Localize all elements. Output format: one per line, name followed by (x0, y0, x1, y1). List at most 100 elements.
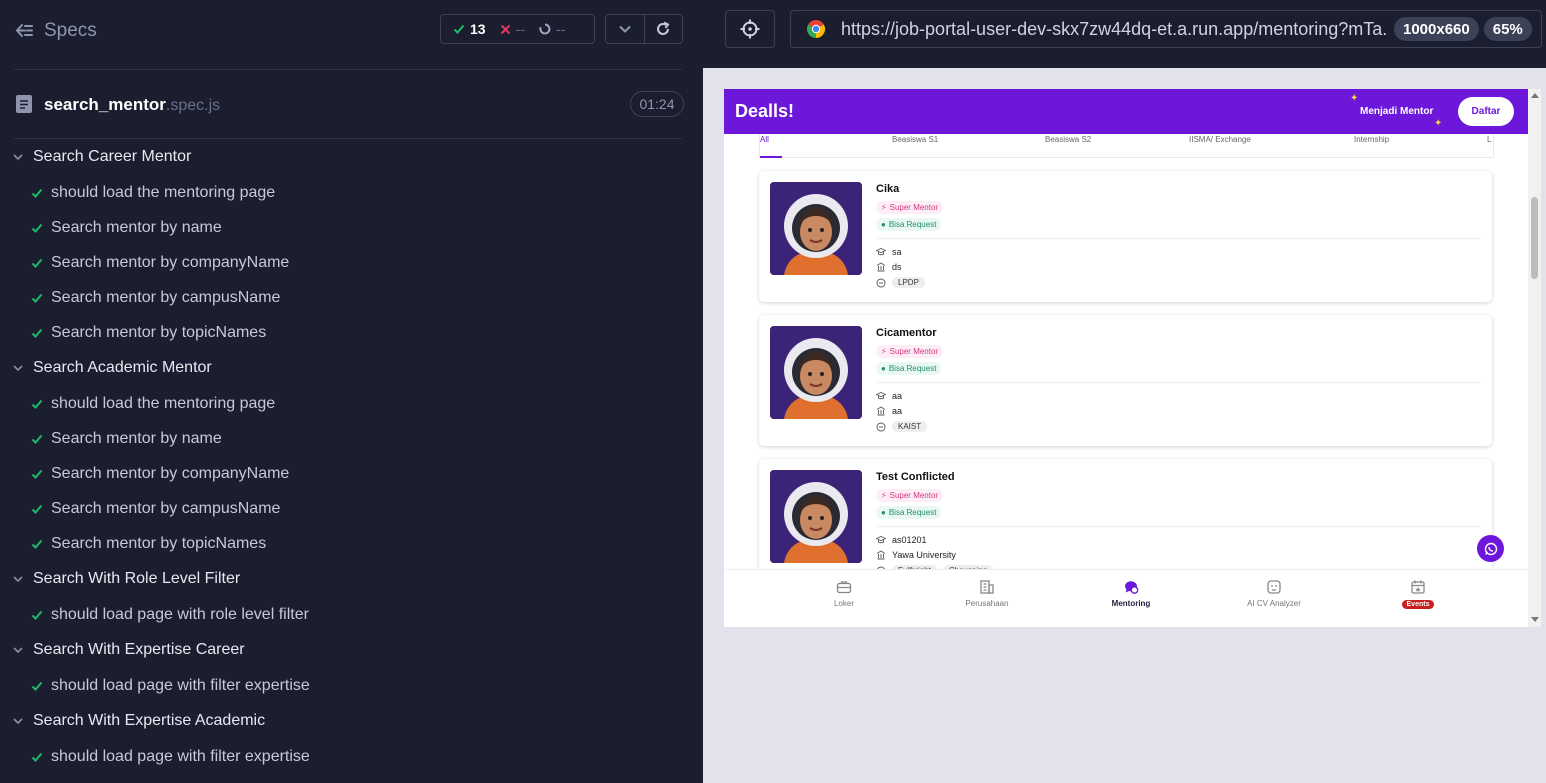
page-scrollbar[interactable] (1528, 89, 1541, 627)
become-mentor-link[interactable]: Menjadi Mentor (1360, 106, 1433, 117)
reporter-header: Specs 13 -- -- (0, 0, 703, 62)
tab-iisma-exchange[interactable]: IISMA/ Exchange (1189, 135, 1251, 144)
institution-icon (876, 262, 886, 272)
super-mentor-badge: ⚡ Super Mentor (876, 489, 944, 502)
brand-logo[interactable]: Dealls! (735, 101, 794, 122)
scroll-thumb[interactable] (1531, 197, 1538, 279)
test-title: should load the mentoring page (51, 394, 276, 412)
briefcase-icon (836, 581, 852, 594)
pass-check-icon (31, 434, 43, 444)
suite-row[interactable]: Search With Expertise Career (0, 632, 703, 668)
suite-row[interactable]: Search With Expertise Academic (0, 703, 703, 739)
specs-back-button[interactable]: Specs (14, 20, 97, 42)
spec-file-row[interactable]: search_mentor.spec.js 01:24 (14, 88, 684, 120)
nav-events-label: Events (1401, 600, 1435, 609)
spec-name: search_mentor (44, 95, 166, 114)
test-row[interactable]: Search mentor by topicNames (0, 526, 703, 561)
nav-ai-cv-analyzer-label: AI CV Analyzer (1247, 599, 1301, 608)
test-row[interactable]: Search mentor by name (0, 210, 703, 245)
pass-check-icon (31, 610, 43, 620)
app-viewport: Dealls! ✦ ✦ Menjadi Mentor Daftar All Be… (724, 89, 1541, 627)
person-icon: ● (881, 508, 886, 517)
pass-check-icon (31, 469, 43, 479)
failed-stat: -- (500, 21, 525, 37)
suite-row[interactable]: Search Career Mentor (0, 139, 703, 175)
super-mentor-badge: ⚡ Super Mentor (876, 201, 944, 214)
card-divider (876, 526, 1481, 527)
test-row[interactable]: should load the mentoring page (0, 175, 703, 210)
pass-check-icon (31, 328, 43, 338)
nav-loker-label: Loker (833, 599, 854, 608)
tab-beasiswa-s1[interactable]: Beasiswa S1 (892, 135, 938, 144)
chevron-down-icon (619, 25, 631, 33)
topic-tag: LPDP (892, 277, 925, 288)
test-title: Search mentor by name (51, 218, 222, 236)
ai-face-icon (1267, 580, 1281, 594)
chevron-down-icon (13, 647, 23, 654)
test-row[interactable]: Search mentor by companyName (0, 245, 703, 280)
mentor-name: Test Conflicted (876, 471, 955, 483)
scroll-up-arrow-icon[interactable] (1531, 93, 1539, 98)
bottom-navigation: Loker Perusahaan Mentoring AI CV Analyze… (724, 569, 1528, 627)
building-icon (980, 580, 994, 594)
document-icon (16, 95, 32, 113)
person-icon: ● (881, 364, 886, 373)
suite-title: Search With Role Level Filter (33, 570, 241, 587)
expand-button[interactable] (606, 15, 644, 43)
astronaut-avatar-icon (770, 182, 862, 275)
card-divider (876, 238, 1481, 239)
tab-all[interactable]: All (760, 135, 769, 144)
test-list: Search Career Mentor should load the ment… (0, 139, 703, 774)
mentor-avatar (770, 470, 862, 563)
pending-stat: -- (539, 21, 565, 37)
suite-row[interactable]: Search Academic Mentor (0, 350, 703, 386)
calendar-star-icon (1411, 580, 1425, 594)
test-row[interactable]: Search mentor by companyName (0, 456, 703, 491)
test-row[interactable]: Search mentor by topicNames (0, 315, 703, 350)
test-title: Search mentor by name (51, 429, 222, 447)
nav-events[interactable]: Events (1368, 579, 1468, 609)
suite-row[interactable]: Search With Role Level Filter (0, 561, 703, 597)
tab-beasiswa-s2[interactable]: Beasiswa S2 (1045, 135, 1091, 144)
lightning-icon: ⚡ (881, 491, 887, 500)
sparkle-icon: ✦ (1350, 93, 1359, 104)
url-bar[interactable]: https://job-portal-user-dev-skx7zw44dq-e… (790, 10, 1542, 48)
test-row[interactable]: Search mentor by campusName (0, 491, 703, 526)
rerun-button[interactable] (643, 15, 683, 43)
active-tab-indicator (760, 156, 782, 158)
whatsapp-icon (1484, 542, 1497, 555)
nav-ai-cv-analyzer[interactable]: AI CV Analyzer (1224, 579, 1324, 608)
refresh-icon (657, 21, 670, 35)
test-row[interactable]: Search mentor by campusName (0, 280, 703, 315)
tab-internship[interactable]: Internship (1354, 135, 1389, 144)
whatsapp-button[interactable] (1477, 535, 1504, 562)
test-row[interactable]: should load page with filter expertise (0, 739, 703, 774)
mentor-card[interactable]: Cicamentor ⚡ Super Mentor ● Bisa Request aa aa… (759, 315, 1492, 446)
test-row[interactable]: should load the mentoring page (0, 386, 703, 421)
card-divider (876, 382, 1481, 383)
selector-playground-button[interactable] (725, 10, 775, 48)
nav-perusahaan-label: Perusahaan (965, 599, 1009, 608)
browser-panel: https://job-portal-user-dev-skx7zw44dq-e… (703, 0, 1546, 783)
test-row[interactable]: should load page with role level filter (0, 597, 703, 632)
crosshair-icon (740, 19, 760, 39)
chat-bubbles-icon (1125, 581, 1139, 594)
suite-title: Search Career Mentor (33, 148, 192, 165)
chevron-down-icon (13, 718, 23, 725)
topic-tag: KAIST (892, 421, 928, 432)
test-stats: 13 -- -- (440, 14, 595, 44)
pass-check-icon (31, 504, 43, 514)
test-row[interactable]: should load page with filter expertise (0, 668, 703, 703)
test-row[interactable]: Search mentor by name (0, 421, 703, 456)
tab-more[interactable]: L (1487, 135, 1491, 144)
register-button[interactable]: Daftar (1458, 97, 1514, 126)
topics-row: KAIST (876, 421, 928, 432)
test-title: should load page with filter expertise (51, 747, 310, 765)
nav-perusahaan[interactable]: Perusahaan (937, 579, 1037, 608)
nav-mentoring[interactable]: Mentoring (1081, 579, 1181, 608)
collapse-list-icon (15, 24, 33, 37)
scroll-down-arrow-icon[interactable] (1531, 617, 1539, 622)
pass-check-icon (31, 188, 43, 198)
mentor-card[interactable]: Cika ⚡ Super Mentor ● Bisa Request sa ds LPDP (759, 171, 1492, 302)
nav-loker[interactable]: Loker (794, 579, 894, 608)
